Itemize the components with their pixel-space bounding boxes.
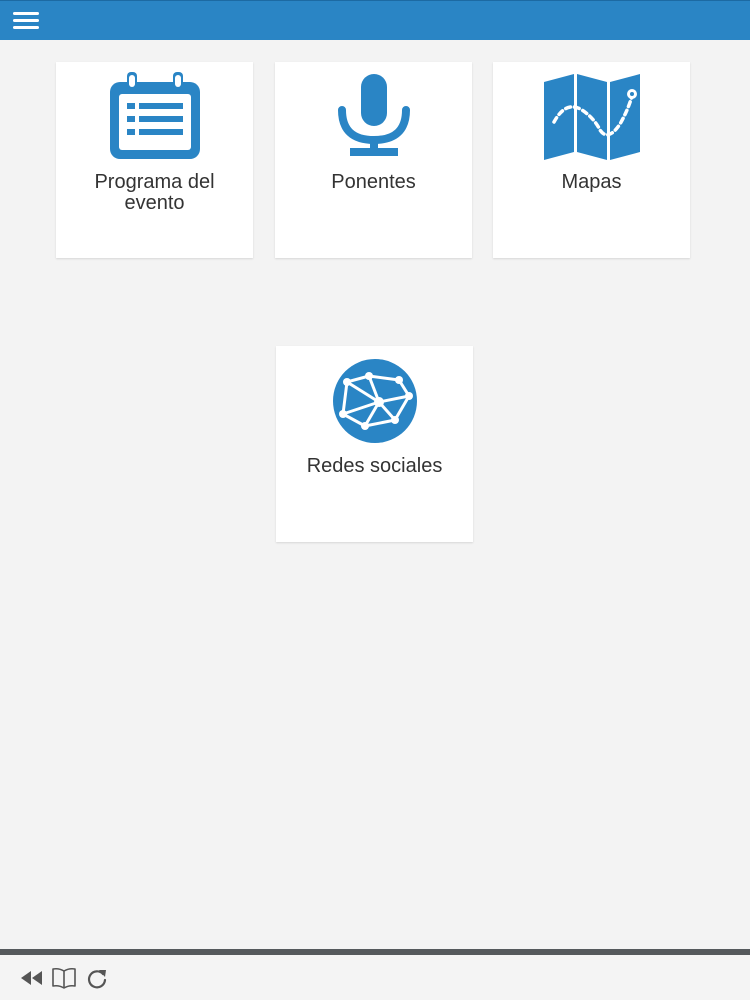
- reload-icon[interactable]: [84, 965, 110, 991]
- calendar-list-icon: [109, 72, 200, 159]
- hamburger-menu-icon[interactable]: [12, 9, 42, 33]
- microphone-icon: [337, 74, 410, 156]
- tile-label: Ponentes: [331, 171, 416, 193]
- book-icon[interactable]: [51, 965, 77, 991]
- rewind-icon[interactable]: [18, 965, 44, 991]
- folded-map-icon: [543, 74, 640, 160]
- tile-label: Programa del evento: [94, 171, 215, 214]
- bottom-toolbar: [0, 955, 750, 1000]
- tile-redes-sociales[interactable]: Redes sociales: [276, 346, 473, 542]
- tile-label: Mapas: [561, 171, 622, 193]
- tile-programa-del-evento[interactable]: Programa del evento: [56, 62, 253, 258]
- app-screen: Programa del evento Ponentes Mapas Redes…: [0, 0, 750, 1000]
- tile-label: Redes sociales: [306, 455, 443, 477]
- network-globe-icon: [332, 359, 417, 443]
- tile-mapas[interactable]: Mapas: [493, 62, 690, 258]
- tile-ponentes[interactable]: Ponentes: [275, 62, 472, 258]
- top-app-bar: [0, 0, 750, 40]
